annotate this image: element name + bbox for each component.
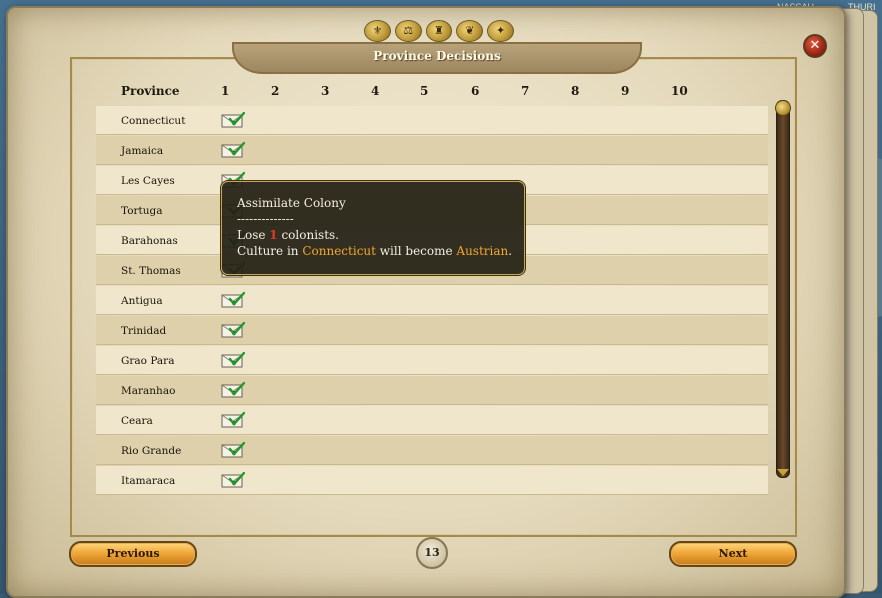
column-header: 10 bbox=[671, 84, 688, 98]
tooltip-text: will become bbox=[375, 244, 457, 258]
province-name: Connecticut bbox=[121, 115, 186, 127]
tooltip-colonist-count: 1 bbox=[269, 228, 278, 242]
province-name: Grao Para bbox=[121, 355, 175, 367]
close-button[interactable]: ✕ bbox=[803, 34, 827, 58]
column-header: 5 bbox=[420, 84, 429, 98]
assimilate-decision-icon[interactable] bbox=[221, 291, 246, 308]
page-title: Province Decisions bbox=[373, 49, 501, 63]
column-header: 3 bbox=[321, 84, 330, 98]
next-button[interactable]: Next bbox=[669, 541, 797, 567]
column-header: 4 bbox=[371, 84, 380, 98]
assimilate-decision-icon[interactable] bbox=[221, 381, 246, 398]
province-name: Jamaica bbox=[121, 145, 164, 157]
province-name: Antigua bbox=[121, 295, 163, 307]
tooltip-culture-line: Culture in Connecticut will become Austr… bbox=[237, 244, 512, 258]
assimilate-decision-icon[interactable] bbox=[221, 141, 246, 158]
assimilate-decision-icon[interactable] bbox=[221, 471, 246, 488]
table-row: Rio Grande bbox=[96, 436, 768, 465]
column-header: 8 bbox=[571, 84, 580, 98]
assimilate-decision-icon[interactable] bbox=[221, 111, 246, 128]
army-icon[interactable]: ♜ bbox=[425, 20, 453, 42]
close-icon: ✕ bbox=[809, 38, 821, 53]
wealth-icon[interactable]: ✦ bbox=[487, 20, 514, 42]
top-icon-bar: ⚜ ⚖ ♜ ❦ ✦ bbox=[364, 20, 514, 42]
column-header-province: Province bbox=[121, 84, 180, 98]
province-name: Trinidad bbox=[121, 325, 167, 337]
tooltip-text: Lose bbox=[237, 228, 270, 242]
tooltip-text: Culture in bbox=[237, 244, 303, 258]
tooltip-cost-line: Lose 1 colonists. bbox=[237, 228, 339, 242]
scrollbar-track[interactable] bbox=[776, 100, 790, 478]
province-name: Tortuga bbox=[121, 205, 163, 217]
table-row: Maranhao bbox=[96, 376, 768, 405]
column-header: 9 bbox=[621, 84, 630, 98]
assimilate-decision-icon[interactable] bbox=[221, 441, 246, 458]
assimilate-decision-icon[interactable] bbox=[221, 411, 246, 428]
table-row: Jamaica bbox=[96, 136, 768, 165]
tooltip-text: . bbox=[508, 244, 513, 258]
province-name: Ceara bbox=[121, 415, 153, 427]
table-row: Ceara bbox=[96, 406, 768, 435]
tooltip-province: Connecticut bbox=[302, 244, 376, 258]
scroll-down-icon[interactable] bbox=[777, 469, 789, 476]
tooltip-text: colonists. bbox=[277, 228, 339, 242]
province-name: Itamaraca bbox=[121, 475, 176, 487]
trade-icon[interactable]: ⚖ bbox=[394, 20, 422, 42]
province-name: Maranhao bbox=[121, 385, 176, 397]
page-number: 13 bbox=[416, 537, 448, 569]
table-row: Connecticut bbox=[96, 106, 768, 135]
province-name: St. Thomas bbox=[121, 265, 181, 277]
decision-tooltip: Assimilate Colony -------------- Lose 1 … bbox=[221, 181, 525, 275]
previous-button[interactable]: Previous bbox=[69, 541, 197, 567]
province-name: Barahonas bbox=[121, 235, 178, 247]
assimilate-decision-icon[interactable] bbox=[221, 321, 246, 338]
province-table: Connecticut Jamaica Les Cayes Tortuga Baraho… bbox=[96, 106, 768, 496]
table-row: Itamaraca bbox=[96, 466, 768, 495]
mint-icon[interactable]: ⚜ bbox=[364, 20, 391, 42]
scrollbar-handle[interactable] bbox=[775, 100, 791, 116]
table-row: Trinidad bbox=[96, 316, 768, 345]
table-row: Antigua bbox=[96, 286, 768, 315]
column-header: 1 bbox=[221, 84, 230, 98]
column-header: 2 bbox=[271, 84, 280, 98]
tooltip-title: Assimilate Colony bbox=[237, 196, 346, 210]
tooltip-culture: Austrian bbox=[456, 244, 509, 258]
column-header: 6 bbox=[471, 84, 480, 98]
table-row: Grao Para bbox=[96, 346, 768, 375]
province-name: Les Cayes bbox=[121, 175, 175, 187]
province-name: Rio Grande bbox=[121, 445, 182, 457]
tooltip-separator: -------------- bbox=[237, 212, 294, 226]
food-icon[interactable]: ❦ bbox=[456, 20, 484, 42]
table-header: Province 1 2 3 4 5 6 7 8 9 10 bbox=[0, 84, 882, 102]
assimilate-decision-icon[interactable] bbox=[221, 351, 246, 368]
column-header: 7 bbox=[521, 84, 530, 98]
